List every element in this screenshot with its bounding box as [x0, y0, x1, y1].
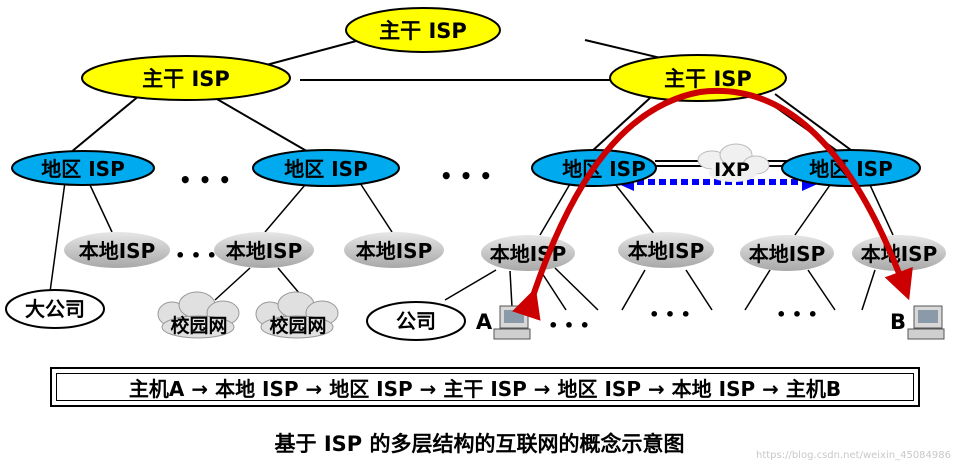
campus-net-2-label: 校园网	[269, 314, 326, 337]
backbone-isp-right-label: 主干 ISP	[664, 67, 752, 91]
regional-isp-2-label: 地区 ISP	[284, 157, 367, 181]
campus-net-2: 校园网	[255, 291, 339, 339]
backbone-isp-top-label: 主干 ISP	[379, 19, 467, 43]
ellipsis-1: • • •	[179, 168, 231, 192]
local-isp-2: 本地ISP	[214, 232, 314, 268]
local-isp-7-label: 本地ISP	[861, 242, 938, 266]
backbone-isp-top: 主干 ISP	[345, 7, 501, 53]
local-isp-2-label: 本地ISP	[226, 239, 303, 263]
regional-isp-1-label: 地区 ISP	[41, 157, 124, 181]
watermark: https://blog.csdn.net/weixin_45084986	[755, 450, 951, 461]
local-isp-1-label: 本地ISP	[79, 239, 156, 263]
host-a-label: A	[476, 310, 493, 334]
campus-net-1-label: 校园网	[170, 314, 227, 337]
regional-isp-2: 地区 ISP	[252, 149, 400, 187]
local-isp-5: 本地ISP	[618, 232, 714, 268]
regional-isp-1: 地区 ISP	[11, 150, 155, 186]
big-company-label: 大公司	[25, 297, 85, 321]
local-isp-1: 本地ISP	[64, 232, 170, 268]
host-b-label: B	[890, 310, 906, 334]
ellipsis-5: • • •	[649, 305, 691, 324]
ellipsis-2: • • •	[440, 164, 492, 188]
local-isp-5-label: 本地ISP	[628, 239, 705, 263]
company-label: 公司	[396, 309, 436, 333]
local-isp-6: 本地ISP	[740, 235, 834, 271]
route-path-box: 主机A → 本地 ISP → 地区 ISP → 主干 ISP → 地区 ISP …	[50, 367, 920, 407]
backbone-isp-left: 主干 ISP	[81, 55, 291, 101]
campus-net-1: 校园网	[157, 291, 240, 339]
local-isp-3: 本地ISP	[344, 232, 444, 268]
company: 公司	[366, 301, 466, 341]
computer-icon	[907, 305, 945, 340]
route-path-text: 主机A → 本地 ISP → 地区 ISP → 主干 ISP → 地区 ISP …	[56, 373, 914, 401]
computer-icon	[493, 305, 531, 340]
ixp-cloud: IXP	[697, 143, 770, 182]
ellipsis-4: • • •	[548, 316, 590, 335]
local-isp-4: 本地ISP	[481, 235, 575, 271]
ellipsis-6: • • •	[776, 305, 818, 324]
regional-isp-3-label: 地区 ISP	[562, 157, 645, 181]
ixp-label: IXP	[714, 159, 750, 181]
backbone-isp-left-label: 主干 ISP	[142, 67, 230, 91]
big-company: 大公司	[5, 289, 105, 329]
route-arrow	[512, 87, 913, 321]
local-isp-3-label: 本地ISP	[356, 239, 433, 263]
local-isp-6-label: 本地ISP	[749, 242, 826, 266]
ellipsis-3: • • •	[175, 246, 217, 265]
